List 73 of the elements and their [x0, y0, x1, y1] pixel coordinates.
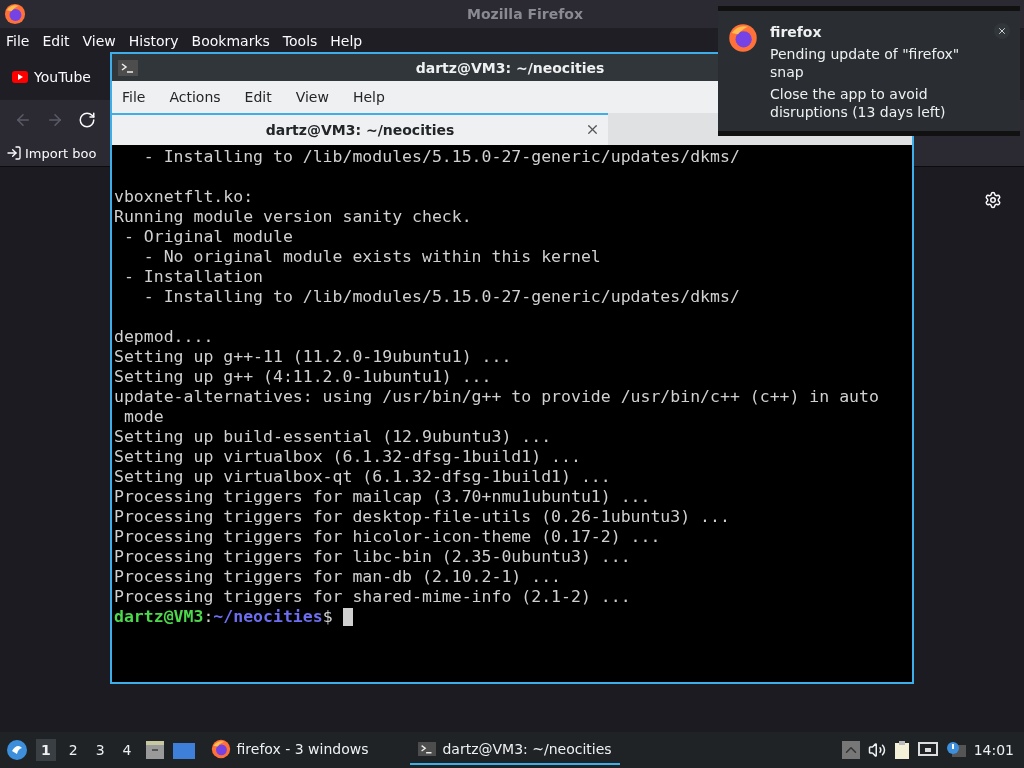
close-icon	[997, 26, 1007, 36]
firefox-icon	[210, 739, 231, 759]
prompt-path: ~/neocities	[213, 607, 323, 627]
terminal-tab[interactable]: dartz@VM3: ~/neocities	[112, 113, 608, 145]
workspace-button[interactable]: 4	[117, 739, 137, 761]
network-icon[interactable]	[917, 742, 938, 758]
terminal-line: Setting up virtualbox-qt (6.1.32-dfsg-1build1) ...	[114, 467, 612, 487]
menu-item[interactable]: View	[82, 31, 122, 51]
browser-tab[interactable]: YouTube	[8, 63, 95, 91]
close-button[interactable]	[994, 23, 1010, 39]
terminal-line: Running module version sanity check.	[114, 207, 473, 227]
text-cursor	[342, 608, 353, 626]
terminal-line: Processing triggers for shared-mime-info (2.1-2) ...	[114, 587, 632, 607]
notification-title: firefox	[770, 23, 823, 41]
reload-icon[interactable]	[78, 111, 96, 129]
menu-item[interactable]: Tools	[282, 31, 324, 51]
terminal-line: Setting up virtualbox (6.1.32-dfsg-1build1) ...	[114, 447, 582, 467]
terminal-line: update-alternatives: using /usr/bin/g++ to provide /usr/bin/c++ (c++) in auto	[114, 387, 880, 407]
terminal-line: Processing triggers for desktop-file-utils (0.26-1ubuntu3) ...	[114, 507, 731, 527]
firefox-icon	[4, 3, 26, 25]
tray-expand-icon[interactable]	[841, 741, 860, 759]
menu-item[interactable]: Actions	[169, 87, 227, 107]
terminal-line: vboxnetflt.ko:	[114, 187, 255, 207]
notification-detail: Close the app to avoid disruptions (13 days left)	[770, 85, 947, 121]
volume-icon[interactable]	[867, 741, 886, 759]
window-title: Mozilla Firefox	[466, 6, 584, 22]
prompt-symbol: $	[322, 607, 333, 627]
terminal-line: Setting up g++ (4:11.2.0-1ubuntu1) ...	[114, 367, 493, 387]
workspace-button[interactable]: 3	[90, 739, 110, 761]
notification-message: Pending update of "firefox" snap	[770, 45, 961, 81]
workspace-button[interactable]: 1	[36, 739, 56, 761]
window-title: dartz@VM3: ~/neocities	[415, 59, 605, 76]
terminal-line: - Installing to /lib/modules/5.15.0-27-generic/updates/dkms/	[142, 287, 741, 307]
terminal-icon	[418, 741, 437, 757]
workspace-button[interactable]: 2	[63, 739, 83, 761]
terminal-line: mode	[122, 407, 165, 427]
menu-item[interactable]: Edit	[244, 87, 278, 107]
menu-item[interactable]: Bookmarks	[191, 31, 276, 51]
clock: 14:01	[973, 742, 1015, 758]
menu-item[interactable]: Help	[330, 31, 369, 51]
terminal-line: - Original module	[122, 227, 294, 247]
menu-item[interactable]: Help	[352, 87, 391, 107]
start-menu-icon[interactable]	[6, 739, 28, 761]
menu-item[interactable]: File	[6, 31, 36, 51]
terminal-line: - No original module exists within this kernel	[142, 247, 602, 267]
window-icon[interactable]	[172, 741, 195, 759]
terminal-icon	[118, 59, 138, 76]
terminal-line: depmod....	[114, 327, 215, 347]
menu-item[interactable]: History	[128, 31, 185, 51]
terminal-line: - Installation	[122, 267, 264, 287]
file-cabinet-icon[interactable]	[144, 740, 165, 760]
terminal-line: Processing triggers for hicolor-icon-theme (0.17-2) ...	[114, 527, 662, 547]
menu-item[interactable]: Edit	[42, 31, 76, 51]
settings-icon[interactable]	[984, 191, 1002, 209]
taskbar-task[interactable]: firefox - 3 windows	[202, 733, 377, 767]
prompt-separator: :	[203, 607, 214, 627]
youtube-icon	[12, 71, 28, 83]
alert-icon[interactable]	[945, 741, 966, 759]
prompt-user: dartz@VM3	[114, 607, 204, 627]
terminal-line: Processing triggers for mailcap (3.70+nmu1ubuntu1) ...	[114, 487, 652, 507]
bookmark-item[interactable]: Import boo	[6, 145, 97, 161]
menu-item[interactable]: File	[122, 87, 152, 107]
terminal-line: Setting up build-essential (12.9ubuntu3) ...	[114, 427, 553, 447]
firefox-icon	[728, 23, 758, 53]
menu-item[interactable]: View	[295, 87, 335, 107]
terminal-line: Processing triggers for man-db (2.10.2-1) ...	[114, 567, 563, 587]
close-icon[interactable]	[585, 122, 600, 137]
terminal-line: - Installing to /lib/modules/5.15.0-27-generic/updates/dkms/	[142, 147, 741, 167]
import-icon	[6, 145, 22, 161]
clipboard-icon[interactable]	[893, 740, 910, 760]
terminal-line: Processing triggers for libc-bin (2.35-0ubuntu3) ...	[114, 547, 632, 567]
taskbar-task[interactable]: dartz@VM3: ~/neocities	[410, 735, 620, 765]
terminal-line: Setting up g++-11 (11.2.0-19ubuntu1) ...	[114, 347, 513, 367]
